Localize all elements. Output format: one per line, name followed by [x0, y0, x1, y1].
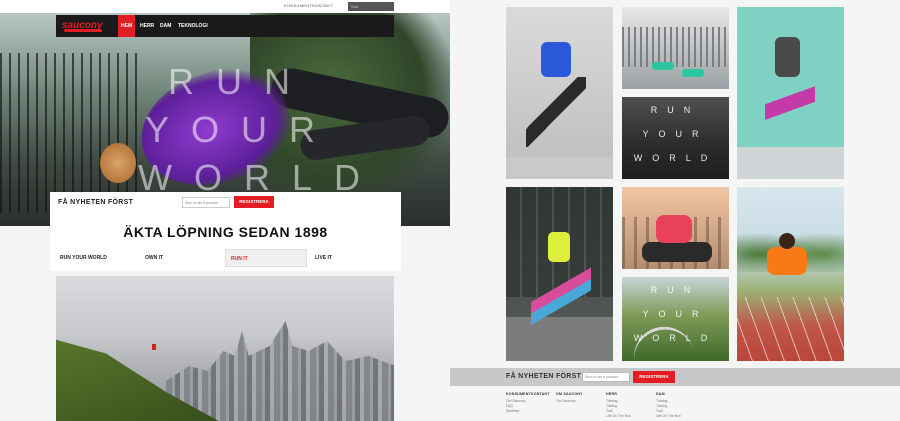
page: KONSUMENTKONTAKT Sök RUN YOUR WORLD sauc…	[0, 0, 900, 421]
runner-top	[548, 232, 570, 262]
hero-word-your: YOUR	[145, 109, 338, 150]
newsletter-register-button[interactable]: REGISTRERA	[234, 196, 274, 208]
shoe	[652, 62, 674, 70]
page-tagline: ÄKTA LÖPNING SEDAN 1898	[123, 224, 328, 240]
city-photo	[56, 276, 394, 421]
tile-word-run: RUN	[650, 105, 701, 115]
nav-item-teknologi[interactable]: TEKNOLOGI	[178, 15, 208, 37]
newsletter-label: FÅ NYHETEN FÖRST	[506, 373, 582, 380]
hero-word-run: RUN	[168, 61, 312, 102]
footer-link[interactable]: Life On The Run	[656, 414, 716, 419]
tab-own-it[interactable]: OWN IT	[140, 249, 222, 267]
photo-tile-runner-blue[interactable]	[506, 7, 613, 179]
tile-word-world: WORLD	[633, 333, 718, 343]
newsletter-signup-bottom: FÅ NYHETEN FÖRST Skriv in din e-postadr.…	[450, 368, 900, 386]
main-nav: saucony HEM HERR DAM TEKNOLOGI	[56, 15, 394, 37]
tile-floor	[737, 147, 844, 179]
search-input[interactable]: Sök	[348, 2, 394, 11]
runner-legs	[526, 77, 586, 147]
content-tabs: RUN YOUR WORLD OWN IT RUN IT LIVE IT	[55, 249, 395, 267]
runner-shirt	[541, 42, 571, 77]
runner-jacket	[656, 215, 692, 243]
newsletter-email-input[interactable]: Skriv in din e-postadr.	[582, 372, 630, 382]
photo-tile-sprinter-track[interactable]	[737, 187, 844, 361]
photo-tile-runner-yellow[interactable]	[506, 187, 613, 361]
runner-legs	[642, 242, 712, 262]
city-skyline	[166, 321, 394, 421]
photo-tile-run-your-world-hills[interactable]: RUN YOUR WORLD	[622, 277, 729, 361]
tagline-block: ÄKTA LÖPNING SEDAN 1898 RUN YOUR WORLD O…	[50, 214, 401, 271]
nav-item-dam[interactable]: DAM	[160, 15, 171, 37]
newsletter-label: FÅ NYHETEN FÖRST	[58, 199, 134, 206]
tile-word-your: YOUR	[642, 309, 709, 319]
tile-word-run: RUN	[650, 285, 701, 295]
tile-floor	[506, 157, 613, 179]
nav-item-herr[interactable]: HERR	[140, 15, 154, 37]
runner-head	[779, 233, 795, 249]
tab-live-it[interactable]: LIVE IT	[310, 249, 392, 267]
runner-legs	[531, 262, 591, 342]
tab-run-it[interactable]: RUN IT	[225, 249, 307, 267]
footer-heading: DAM	[656, 392, 665, 396]
consumer-contact-link[interactable]: KONSUMENTKONTAKT	[284, 3, 333, 8]
hero-fence	[0, 53, 140, 213]
runner-shirt	[767, 247, 807, 275]
homepage-left: KONSUMENTKONTAKT Sök RUN YOUR WORLD sauc…	[0, 0, 450, 421]
newsletter-register-button[interactable]: REGISTRERA	[633, 371, 675, 383]
newsletter-signup: FÅ NYHETEN FÖRST Skriv in din e-postadr.…	[50, 192, 401, 214]
shoe	[682, 69, 704, 77]
logo-swoosh-icon	[64, 29, 102, 32]
photo-tile-stretch-bridge[interactable]	[622, 187, 729, 269]
footer-column-dam: DAM Träning Tävling Trail Life On The Ru…	[656, 392, 716, 419]
homepage-right: RUN YOUR WORLD RUN YOUR WORLD FÅ NYHETEN…	[450, 0, 900, 421]
track-lanes	[737, 297, 844, 361]
footer-link[interactable]: Storlekar	[506, 409, 566, 414]
photo-tile-shoes-bridge[interactable]	[622, 7, 729, 89]
photo-tile-run-your-world-tunnel[interactable]: RUN YOUR WORLD	[622, 97, 729, 179]
nav-item-hem[interactable]: HEM	[118, 15, 136, 37]
utility-bar: KONSUMENTKONTAKT Sök	[0, 0, 450, 13]
newsletter-email-input[interactable]: Skriv in din e-postadr.	[182, 197, 230, 208]
tile-word-your: YOUR	[642, 129, 709, 139]
runner-figure	[152, 344, 156, 350]
runner-legs	[765, 77, 815, 137]
tab-run-your-world[interactable]: RUN YOUR WORLD	[55, 249, 137, 267]
bridge-rail	[622, 27, 729, 67]
tile-word-world: WORLD	[633, 153, 718, 163]
hero-runner-head	[100, 143, 136, 183]
runner-body	[775, 37, 800, 77]
photo-tile-runner-pink[interactable]	[737, 7, 844, 179]
footer-links: KONSUMENTKONTAKT Om Saucony FAQ Storleka…	[506, 392, 844, 421]
